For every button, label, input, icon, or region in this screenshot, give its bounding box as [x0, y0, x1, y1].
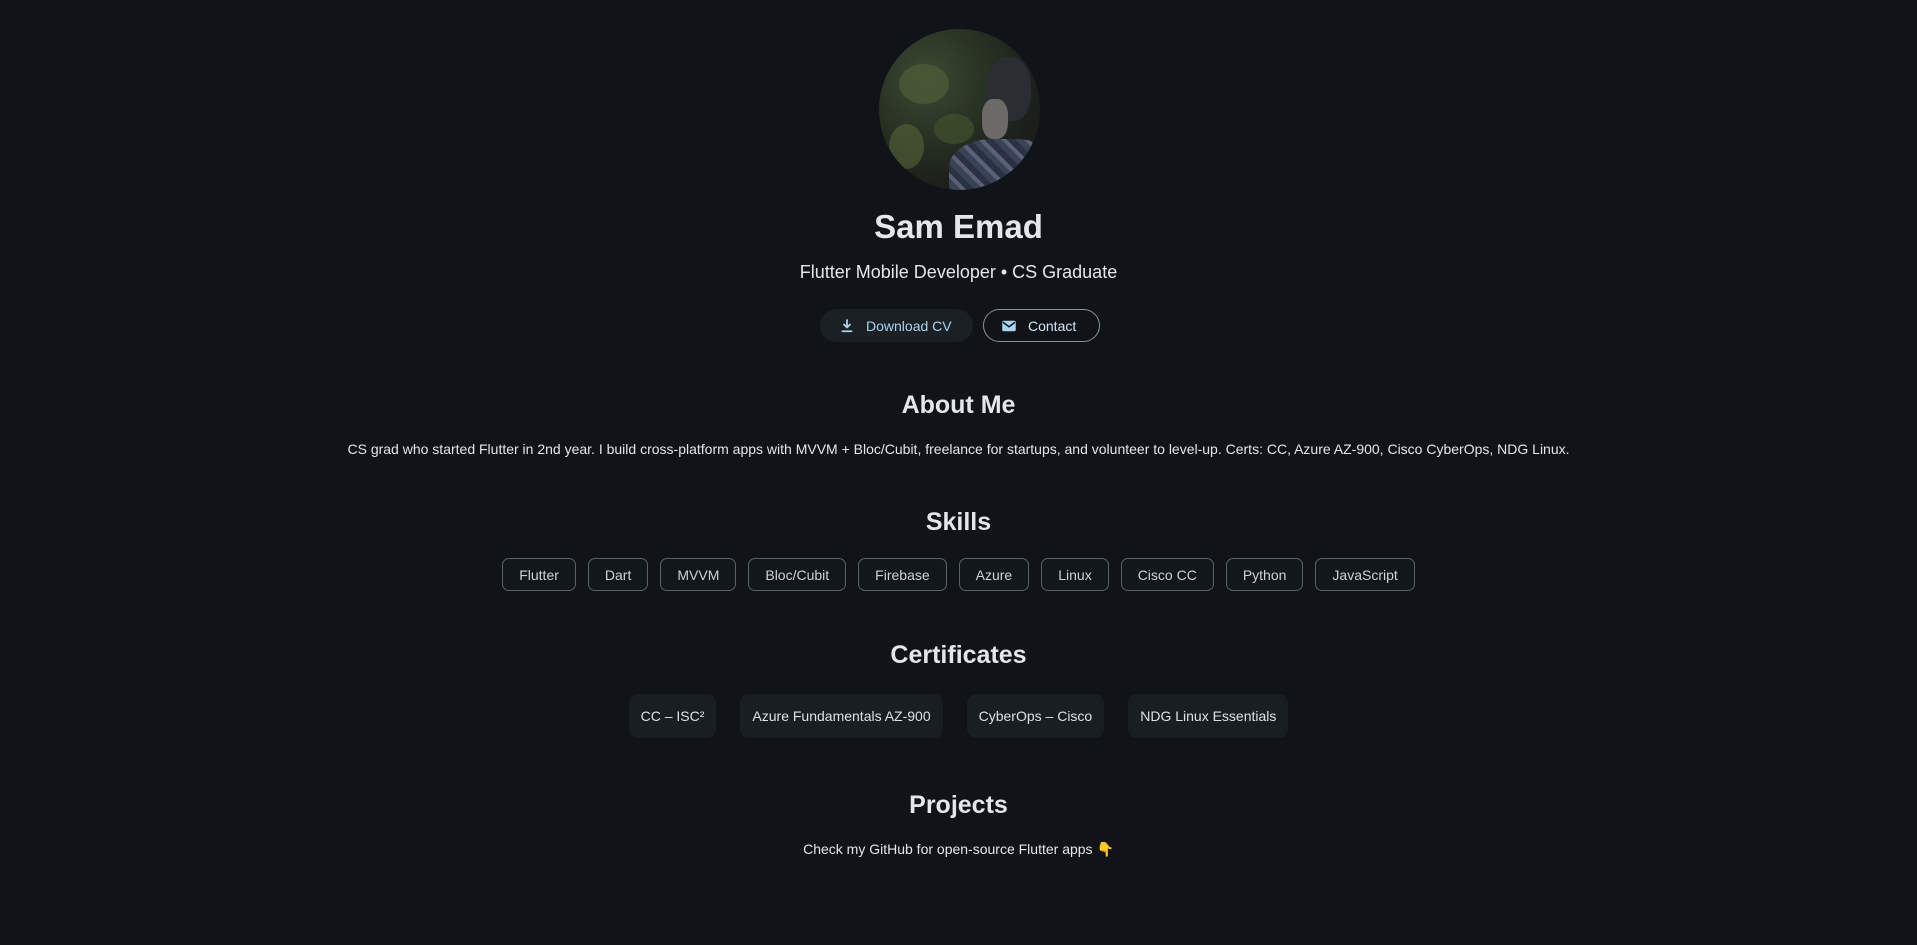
skill-chip[interactable]: Firebase — [858, 558, 947, 591]
skills-heading: Skills — [925, 508, 992, 536]
skill-chip[interactable]: Dart — [587, 558, 649, 591]
profile-avatar — [879, 29, 1040, 190]
contact-label: Contact — [1028, 317, 1077, 334]
certificates-heading: Certificates — [890, 641, 1027, 669]
certificate-card[interactable]: CC – ISC² — [628, 694, 717, 738]
projects-text: Check my GitHub for open-source Flutter … — [0, 841, 1917, 858]
skill-chip[interactable]: Azure — [958, 558, 1030, 591]
skill-chip[interactable]: Python — [1225, 558, 1304, 591]
download-cv-label: Download CV — [866, 317, 952, 334]
contact-button[interactable]: Contact — [983, 309, 1100, 342]
certificate-card[interactable]: CyberOps – Cisco — [966, 694, 1105, 738]
skill-chip[interactable]: JavaScript — [1315, 558, 1415, 591]
portfolio-page: Sam Emad Flutter Mobile Developer • CS G… — [0, 0, 1917, 945]
skill-chip[interactable]: Bloc/Cubit — [748, 558, 847, 591]
skill-chip[interactable]: Flutter — [502, 558, 576, 591]
projects-heading: Projects — [909, 791, 1008, 819]
certificate-card[interactable]: NDG Linux Essentials — [1128, 694, 1289, 738]
download-icon — [841, 318, 853, 332]
profile-subtitle: Flutter Mobile Developer • CS Graduate — [799, 262, 1118, 282]
skill-chip[interactable]: MVVM — [660, 558, 737, 591]
download-cv-button[interactable]: Download CV — [820, 309, 973, 342]
about-text: CS grad who started Flutter in 2nd year.… — [347, 441, 1570, 457]
skills-list: Flutter Dart MVVM Bloc/Cubit Firebase Az… — [0, 558, 1917, 591]
skill-chip[interactable]: Cisco CC — [1120, 558, 1214, 591]
about-heading: About Me — [901, 391, 1016, 419]
profile-name: Sam Emad — [874, 208, 1043, 245]
skill-chip[interactable]: Linux — [1041, 558, 1109, 591]
projects-description: Check my GitHub for open-source Flutter … — [803, 841, 1093, 857]
pointing-down-icon: 👇 — [1096, 841, 1114, 857]
mail-icon — [1002, 320, 1016, 331]
certificates-list: CC – ISC² Azure Fundamentals AZ-900 Cybe… — [0, 694, 1917, 738]
certificate-card[interactable]: Azure Fundamentals AZ-900 — [740, 694, 943, 738]
